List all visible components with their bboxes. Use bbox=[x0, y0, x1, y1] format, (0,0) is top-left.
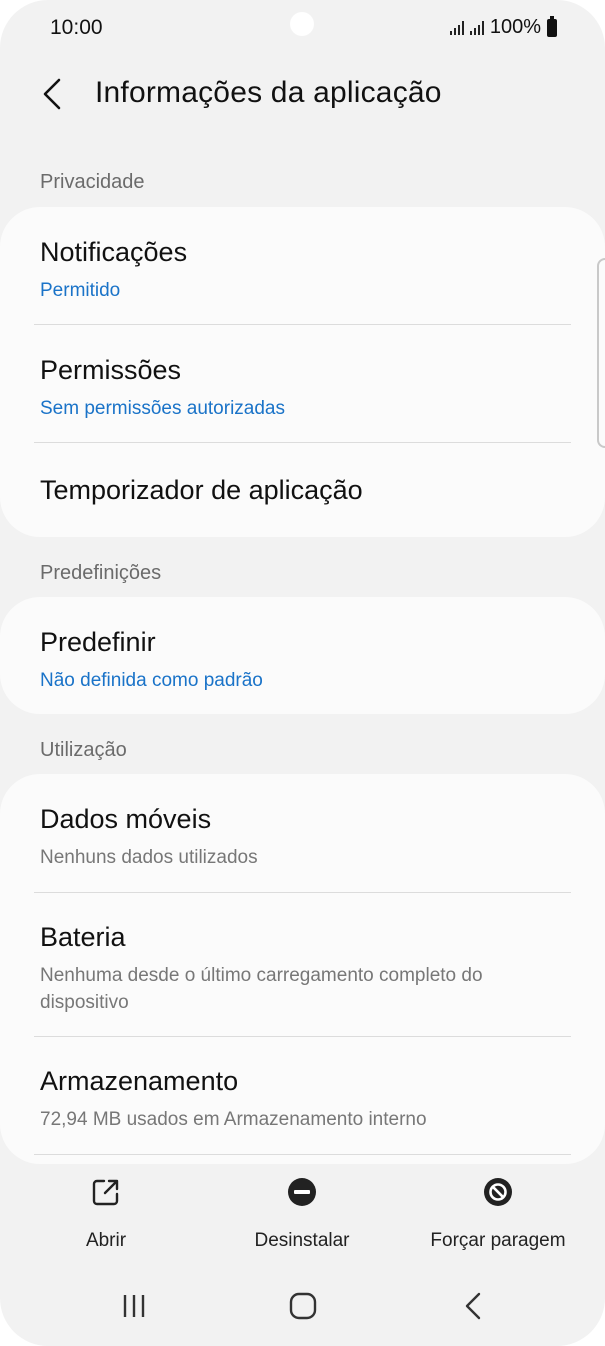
phone-screen: 10:00 100% Informações da aplicação Priv… bbox=[0, 0, 605, 1346]
chevron-left-icon bbox=[465, 1292, 481, 1320]
recent-apps-button[interactable] bbox=[104, 1286, 164, 1326]
item-title: Armazenamento bbox=[40, 1066, 239, 1096]
minus-circle-icon bbox=[286, 1176, 318, 1208]
item-subtitle: Permitido bbox=[40, 280, 121, 301]
list-item-battery[interactable]: Bateria Nenhuma desde o último carregame… bbox=[40, 922, 571, 1016]
list-item-storage[interactable]: Armazenamento 72,94 MB usados em Armazen… bbox=[40, 1066, 571, 1134]
item-title: Dados móveis bbox=[40, 804, 212, 834]
section-label-usage: Utilização bbox=[40, 739, 127, 761]
battery-icon bbox=[547, 15, 557, 37]
divider bbox=[34, 324, 571, 325]
signal-icon bbox=[449, 20, 464, 35]
section-label-defaults: Predefinições bbox=[40, 562, 162, 584]
item-title: Permissões bbox=[40, 355, 182, 385]
list-item-set-default[interactable]: Predefinir Não definida como padrão bbox=[40, 627, 571, 695]
back-nav-button[interactable] bbox=[443, 1286, 503, 1326]
item-title: Notificações bbox=[40, 237, 188, 267]
divider bbox=[34, 1154, 571, 1155]
item-subtitle: Não definida como padrão bbox=[40, 670, 263, 691]
divider bbox=[34, 1036, 571, 1037]
open-button[interactable]: Abrir bbox=[56, 1176, 156, 1252]
battery-percent: 100% bbox=[489, 16, 541, 38]
item-subtitle: Nenhuma desde o último carregamento comp… bbox=[40, 965, 483, 1013]
item-subtitle: Sem permissões autorizadas bbox=[40, 398, 285, 419]
item-subtitle: 72,94 MB usados em Armazenamento interno bbox=[40, 1109, 427, 1130]
list-item-permissions[interactable]: Permissões Sem permissões autorizadas bbox=[40, 355, 571, 423]
home-icon bbox=[289, 1292, 317, 1320]
list-item-app-timer[interactable]: Temporizador de aplicação bbox=[40, 475, 571, 506]
block-icon bbox=[482, 1176, 514, 1208]
page-title: Informações da aplicação bbox=[95, 76, 442, 109]
chevron-left-icon bbox=[43, 78, 61, 110]
action-bar: Abrir Desinstalar Forçar paragem bbox=[0, 1168, 605, 1268]
front-camera bbox=[290, 12, 314, 36]
divider bbox=[34, 442, 571, 443]
app-header: Informações da aplicação bbox=[0, 62, 605, 126]
force-stop-label: Forçar paragem bbox=[430, 1230, 566, 1251]
item-title: Bateria bbox=[40, 922, 126, 952]
status-bar: 10:00 100% bbox=[0, 0, 605, 58]
status-indicators: 100% bbox=[449, 15, 557, 39]
back-button[interactable] bbox=[30, 72, 74, 116]
privacy-card: Notificações Permitido Permissões Sem pe… bbox=[0, 207, 605, 537]
item-title: Predefinir bbox=[40, 627, 156, 657]
scrollbar[interactable] bbox=[597, 258, 605, 448]
signal-icon-2 bbox=[469, 20, 484, 35]
open-external-icon bbox=[90, 1176, 122, 1208]
defaults-card: Predefinir Não definida como padrão bbox=[0, 597, 605, 714]
recent-apps-icon bbox=[123, 1295, 145, 1317]
navigation-bar bbox=[0, 1276, 605, 1336]
list-item-notifications[interactable]: Notificações Permitido bbox=[40, 237, 571, 305]
uninstall-label: Desinstalar bbox=[254, 1230, 350, 1251]
section-label-privacy: Privacidade bbox=[40, 171, 145, 193]
uninstall-button[interactable]: Desinstalar bbox=[237, 1176, 367, 1252]
divider bbox=[34, 892, 571, 893]
list-item-mobile-data[interactable]: Dados móveis Nenhuns dados utilizados bbox=[40, 804, 571, 872]
item-title: Temporizador de aplicação bbox=[40, 475, 363, 505]
open-label: Abrir bbox=[85, 1230, 127, 1251]
force-stop-button[interactable]: Forçar paragem bbox=[423, 1176, 573, 1252]
status-time: 10:00 bbox=[50, 16, 103, 39]
item-subtitle: Nenhuns dados utilizados bbox=[40, 847, 258, 868]
home-button[interactable] bbox=[273, 1286, 333, 1326]
usage-card: Dados móveis Nenhuns dados utilizados Ba… bbox=[0, 774, 605, 1164]
